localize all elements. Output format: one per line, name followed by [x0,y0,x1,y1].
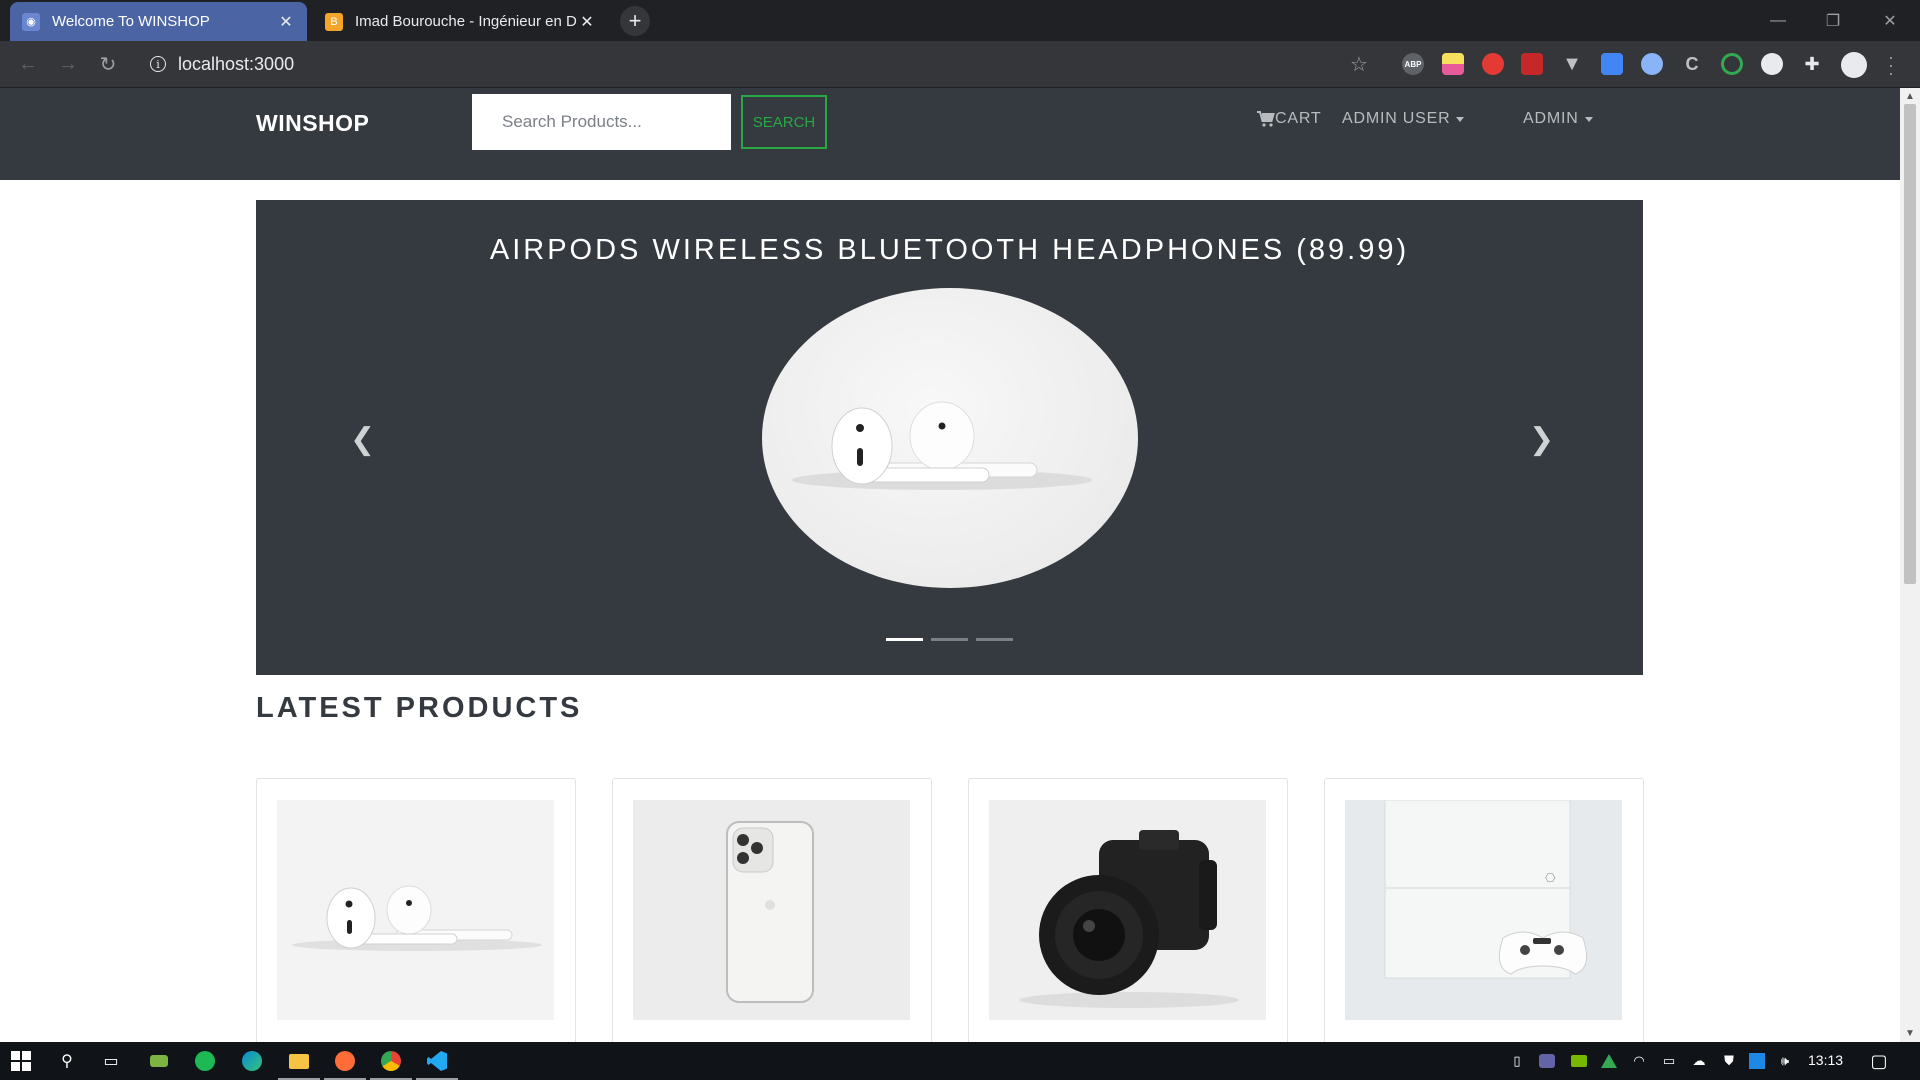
carousel-caption[interactable]: AIRPODS WIRELESS BLUETOOTH HEADPHONES (8… [256,234,1643,267]
carousel-indicator[interactable] [976,638,1013,641]
product-card [256,778,576,1042]
abp-icon[interactable]: ABP [1402,53,1424,75]
chevron-down-icon [1584,116,1593,122]
windows-taskbar: ⚲ ▭ ▯ ◠ ▭ ☁ ⛊ 🕪 13:13 ▢ [0,1042,1920,1080]
carousel-prev-icon[interactable]: ❮ [350,422,375,457]
close-tab-icon[interactable]: ✕ [277,13,295,31]
winshop-favicon-icon: ◉ [22,12,40,31]
close-window-icon[interactable]: ✕ [1862,0,1918,41]
admin-menu-dropdown[interactable]: ADMIN [1523,110,1593,128]
back-icon[interactable]: ← [14,50,42,78]
carousel-indicators [886,638,1013,641]
page-viewport: WINSHOP SEARCH CART ADMIN USER ADMIN AIR… [0,88,1900,1042]
iphone-image [726,821,814,1003]
security-shield-icon[interactable]: ⛊ [1720,1052,1738,1070]
nvidia-icon[interactable] [1570,1052,1588,1070]
airpods-image [292,885,542,951]
svg-text:⎔: ⎔ [1545,871,1556,885]
moon-icon[interactable] [1761,53,1783,75]
colorzilla-icon[interactable]: C [1681,53,1703,75]
carousel-indicator[interactable] [886,638,923,641]
new-tab-button[interactable]: + [620,6,650,36]
browser-menu-icon[interactable]: · · · [1888,48,1894,82]
cart-link[interactable]: CART [1257,110,1321,128]
product-image-playstation[interactable]: ⎔ [1345,800,1622,1020]
admin-menu-label: ADMIN [1523,110,1579,127]
tab-imad-bourouche[interactable]: B Imad Bourouche - Ingénieur en D ✕ [313,2,608,41]
file-explorer-icon[interactable] [278,1048,320,1080]
product-carousel: AIRPODS WIRELESS BLUETOOTH HEADPHONES (8… [256,200,1643,675]
carousel-next-icon[interactable]: ❯ [1529,422,1554,457]
volume-icon[interactable]: 🕪 [1776,1052,1794,1070]
puzzle-game-icon[interactable] [1521,53,1543,75]
airpods-image [792,401,1092,490]
search-input[interactable] [472,94,731,150]
address-bar[interactable]: i localhost:3000 [138,46,1378,82]
tab-title: Imad Bourouche - Ingénieur en D [355,13,577,30]
product-image-airpods[interactable] [277,800,554,1020]
url-text: localhost:3000 [178,53,295,74]
product-image-camera[interactable] [989,800,1266,1020]
battery-icon[interactable]: ▭ [1660,1052,1678,1070]
vpn-icon[interactable] [1641,53,1663,75]
onedrive-icon[interactable]: ☁ [1690,1052,1708,1070]
teams-icon[interactable] [1538,1052,1556,1070]
product-card: ⎔ [1324,778,1644,1042]
page-scrollbar[interactable]: ▲ ▼ [1900,88,1920,1042]
tab-winshop[interactable]: ◉ Welcome To WINSHOP ✕ [10,2,307,41]
brand-logo[interactable]: WINSHOP [256,110,369,137]
minimize-icon[interactable]: — [1750,0,1806,41]
blogger-favicon-icon: B [325,12,343,31]
camera-image [1019,830,1239,1008]
carousel-indicator[interactable] [931,638,968,641]
cart-icon [1257,111,1275,127]
product-card [612,778,932,1042]
search-button[interactable]: SEARCH [741,95,827,149]
user-menu-label: ADMIN USER [1342,110,1451,127]
windows-start-icon[interactable] [8,1048,34,1074]
profile-avatar[interactable] [1841,52,1867,78]
vscode-icon[interactable] [416,1048,458,1080]
scroll-thumb[interactable] [1904,104,1916,584]
network-icon[interactable]: ◠ [1630,1052,1648,1070]
edge-icon[interactable] [239,1048,265,1074]
browser-toolbar: ← → ↻ i localhost:3000 ☆ ABP ▼ C ✚ · · · [0,41,1920,88]
site-navbar: WINSHOP SEARCH CART ADMIN USER ADMIN [0,88,1900,180]
user-menu-dropdown[interactable]: ADMIN USER [1342,110,1465,128]
chrome-icon[interactable] [370,1048,412,1080]
task-view-icon[interactable]: ▭ [98,1048,124,1074]
close-tab-icon[interactable]: ✕ [578,13,596,31]
hand-icon[interactable] [1482,53,1504,75]
playstation-image: ⎔ [1384,800,1588,979]
target-icon[interactable] [1721,53,1743,75]
usb-icon[interactable]: ▯ [1508,1052,1526,1070]
scroll-down-icon[interactable]: ▼ [1905,1028,1915,1039]
tab-title: Welcome To WINSHOP [52,13,210,30]
carousel-product-image[interactable] [762,288,1138,588]
vuejs-icon[interactable]: ▼ [1561,53,1583,75]
wacom-icon[interactable] [1748,1052,1766,1070]
browser-tab-strip: ◉ Welcome To WINSHOP ✕ B Imad Bourouche … [0,0,1920,41]
spotify-icon[interactable] [192,1048,218,1074]
latest-products-heading: LATEST PRODUCTS [256,692,583,724]
product-image-iphone[interactable] [633,800,910,1020]
postman-icon[interactable] [324,1048,366,1080]
scroll-up-icon[interactable]: ▲ [1905,91,1915,102]
taskbar-clock[interactable]: 13:13 [1808,1052,1843,1068]
forward-icon[interactable]: → [54,50,82,78]
notifications-icon[interactable]: ▢ [1870,1051,1888,1071]
notes-icon[interactable] [1442,53,1464,75]
cart-label: CART [1275,110,1322,127]
product-card [968,778,1288,1042]
reload-icon[interactable]: ↻ [94,50,122,78]
chevron-down-icon [1456,116,1465,122]
restore-icon[interactable]: ❐ [1805,0,1861,41]
bookmark-star-icon[interactable]: ☆ [1350,52,1368,77]
search-icon[interactable]: ⚲ [54,1048,80,1074]
stack-app-icon[interactable] [146,1048,172,1074]
site-info-icon[interactable]: i [150,56,166,72]
translate-icon[interactable] [1601,53,1623,75]
drive-icon[interactable] [1600,1052,1618,1070]
extensions-icon[interactable]: ✚ [1801,53,1823,75]
